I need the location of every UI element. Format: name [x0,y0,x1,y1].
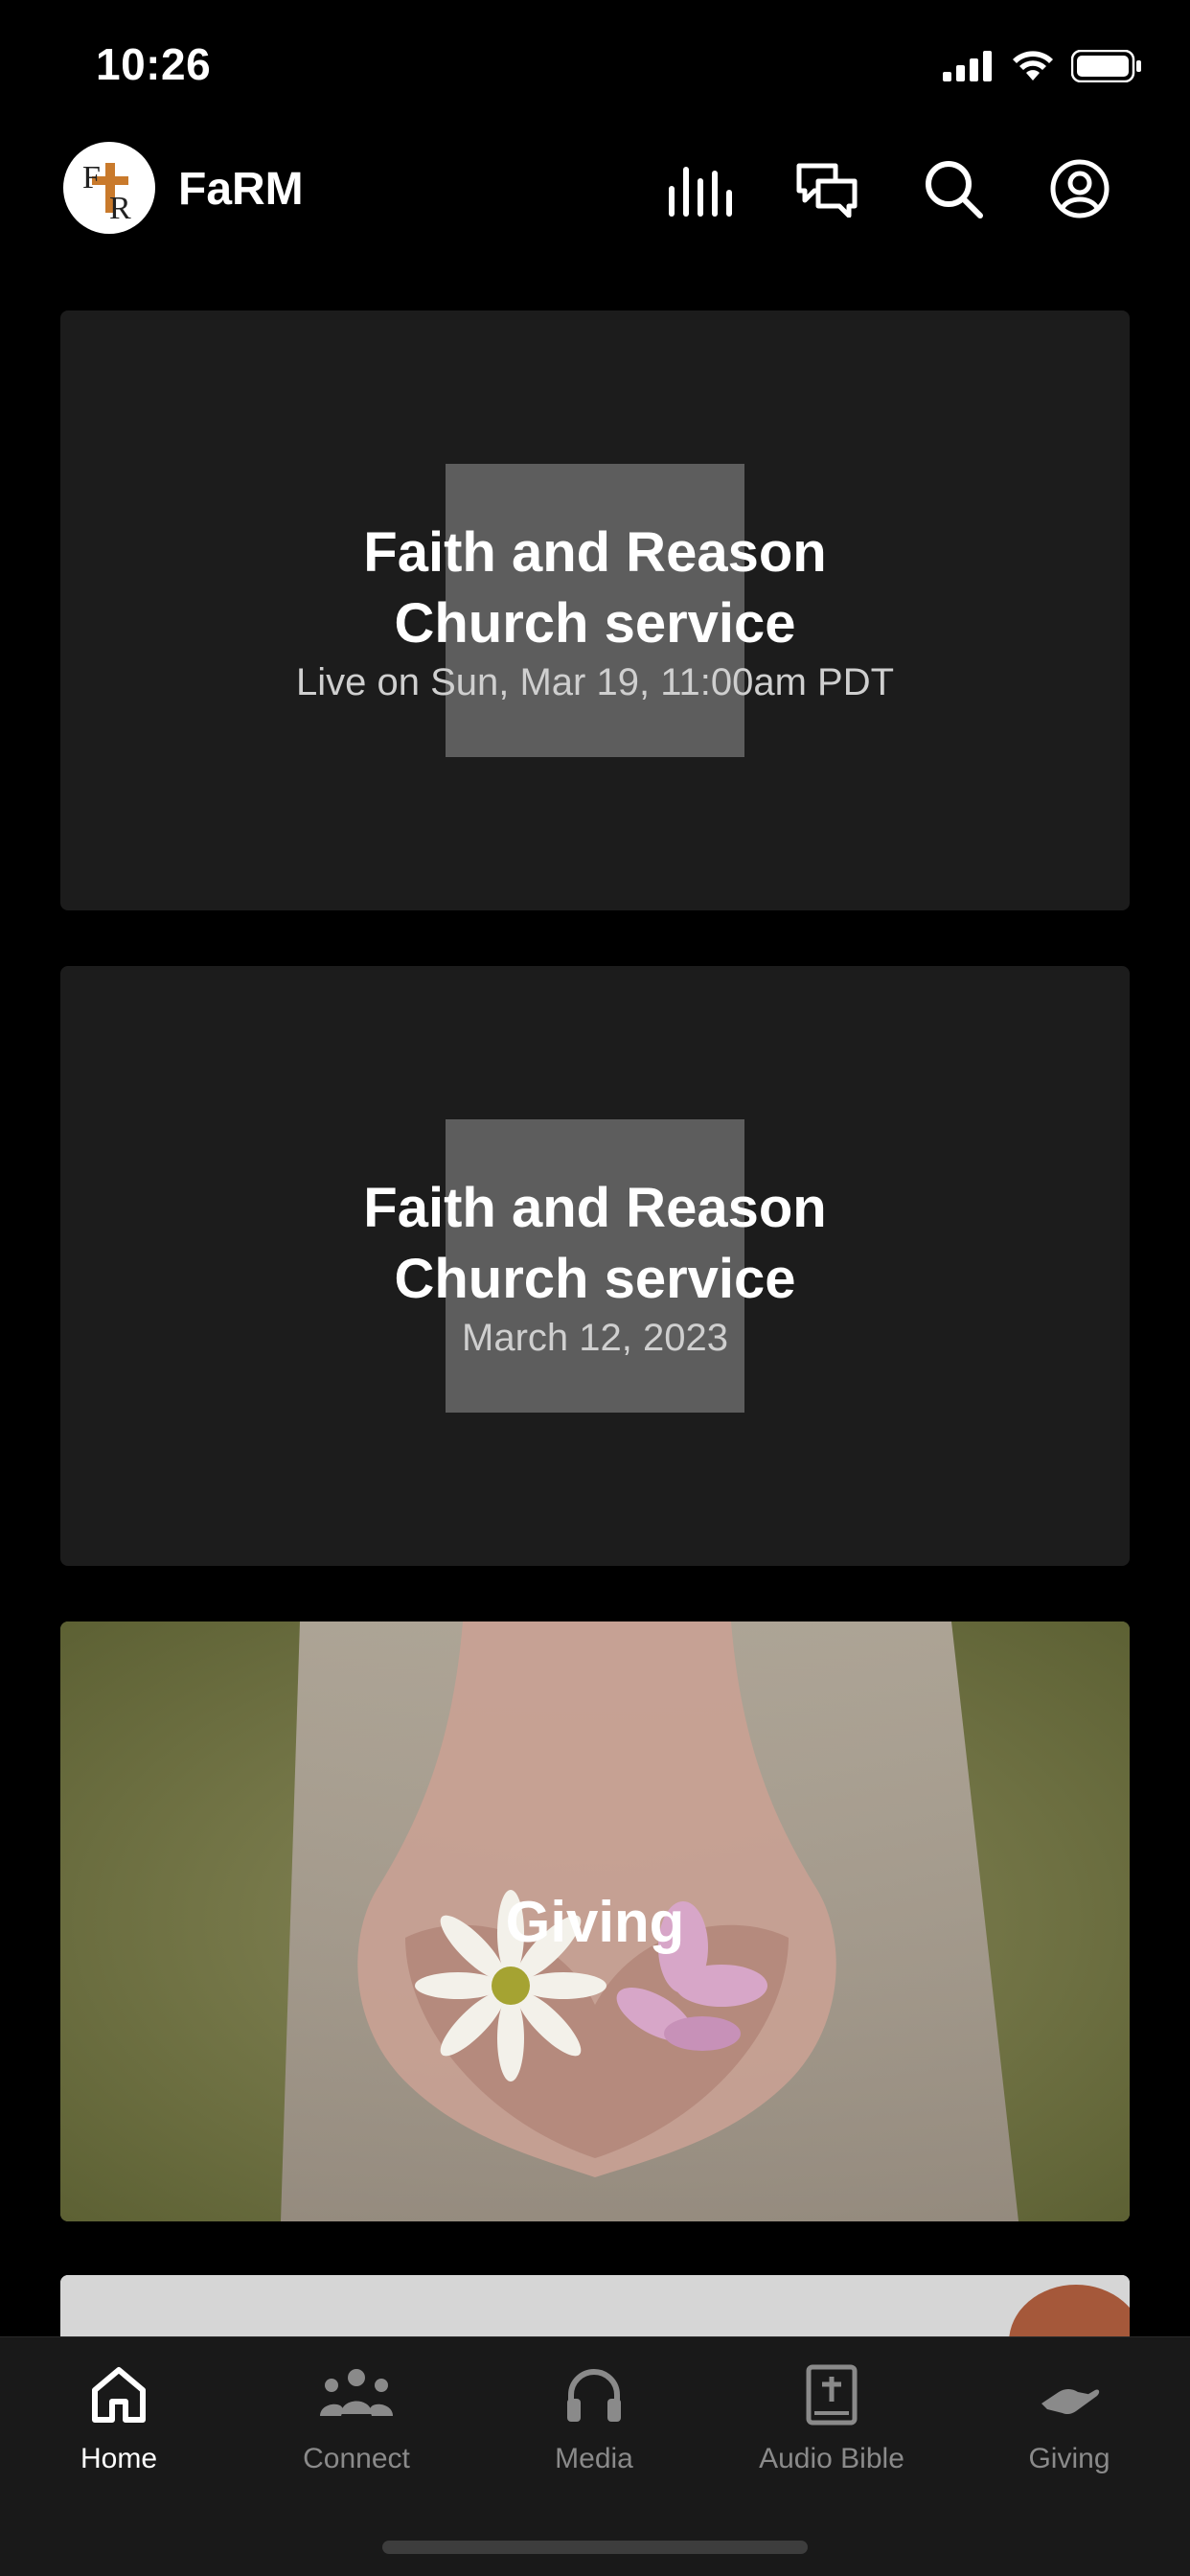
card-subtitle: Live on Sun, Mar 19, 11:00am PDT [295,660,895,703]
past-service-card[interactable]: Faith and Reason Church service March 12… [60,966,1130,1566]
battery-icon [1071,50,1141,82]
live-service-card[interactable]: Faith and Reason Church service Live on … [60,310,1130,910]
giving-hand-icon [1031,2357,1108,2433]
card-title-line2: Church service [394,1247,796,1310]
tab-home[interactable]: Home [13,2357,224,2475]
tab-label: Media [555,2443,633,2474]
cellular-signal-icon [943,51,992,81]
app-header: F R FaRM [0,134,1190,249]
tab-label: Connect [303,2443,410,2474]
equalizer-icon[interactable] [667,155,734,222]
search-icon[interactable] [920,155,987,222]
profile-icon[interactable] [1046,155,1113,222]
app-name: FaRM [178,164,304,215]
tab-label: Giving [1028,2443,1110,2474]
tab-label: Audio Bible [759,2443,904,2474]
tab-audio-bible[interactable]: Audio Bible [726,2357,937,2475]
svg-text:R: R [109,191,131,226]
card-title-line1: Faith and Reason [363,1176,827,1239]
tab-giving[interactable]: Giving [964,2357,1175,2475]
card-title-line2: Church service [394,591,796,655]
chat-icon[interactable] [793,155,860,222]
giving-card[interactable]: Giving [60,1622,1130,2221]
wifi-icon [1013,51,1053,80]
home-icon [80,2357,157,2433]
status-time: 10:26 [96,39,212,89]
header-actions [667,155,1113,222]
tab-label: Home [80,2443,158,2474]
app-logo[interactable]: F R [63,142,155,234]
giving-title: Giving [505,1889,685,1954]
status-icons [943,50,1142,82]
bible-icon [793,2357,870,2433]
svg-text:F: F [82,160,101,196]
home-indicator[interactable] [382,2541,808,2554]
status-bar: 10:26 [0,0,1190,134]
headphones-icon [556,2357,632,2433]
group-icon [318,2357,395,2433]
bottom-tab-bar: Home Connect Media Audio Bible Giving [0,2336,1190,2576]
card-subtitle: March 12, 2023 [462,1316,728,1359]
tab-connect[interactable]: Connect [251,2357,462,2475]
tab-media[interactable]: Media [489,2357,699,2475]
card-title-line1: Faith and Reason [363,520,827,584]
logo-mark: F R [82,160,131,226]
